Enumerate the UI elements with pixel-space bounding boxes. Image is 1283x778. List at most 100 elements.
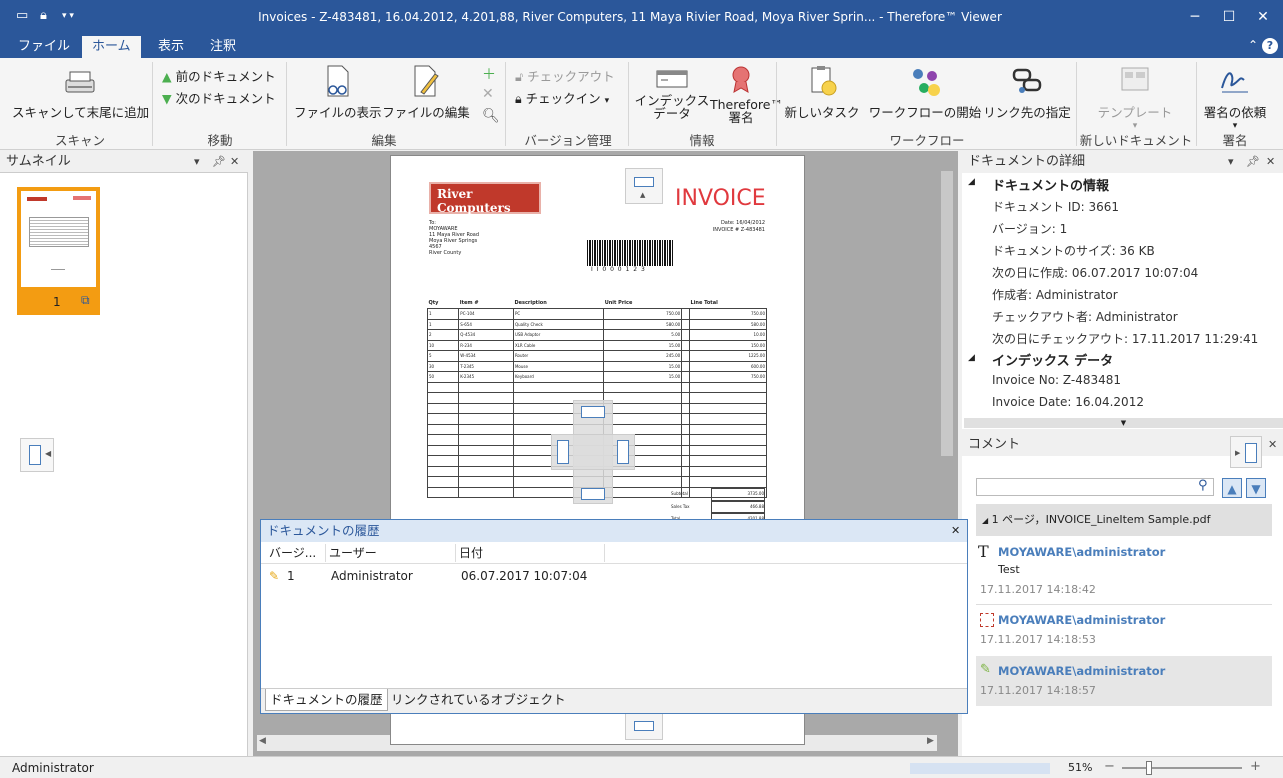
invoice-cell: 15.00 <box>603 339 683 351</box>
minimize-button[interactable]: ─ <box>1180 6 1210 28</box>
thumb-invoice-title <box>73 196 91 200</box>
prev-document-button[interactable]: ▲ 前のドキュメント <box>162 66 276 85</box>
window-title: Invoices - Z-483481, 16.04.2012, 4.201,8… <box>258 10 1002 24</box>
barcode-text: I I 0 0 0 1 2 3 <box>591 266 646 273</box>
comments-panel: コメント ▶ ✕ ⚲ ▲ ▼ ◢ 1 ページ，INVOICE_LineItem … <box>962 434 1283 756</box>
close-icon[interactable]: ✕ <box>1266 155 1275 168</box>
delete-page-icon[interactable]: ✕ <box>482 86 494 102</box>
tab-file[interactable]: ファイル <box>8 36 80 58</box>
lock-icon: 🔒︎ <box>515 91 522 106</box>
add-page-icon[interactable]: ＋ <box>482 64 496 84</box>
group-label-scan: スキャン <box>54 133 105 148</box>
comment-item[interactable]: T MOYAWARE\administrator Test 17.11.2017… <box>976 538 1272 600</box>
zoom-slider-handle[interactable] <box>1146 761 1152 775</box>
invoice-row: 2 Q-4534 USB Adaptor 5.00 10.00 <box>426 329 767 341</box>
zoom-in-icon[interactable]: + <box>1250 759 1261 774</box>
edit-file-button[interactable]: ファイルの編集 <box>382 64 470 121</box>
status-user: Administrator <box>12 761 94 775</box>
help-icon[interactable]: ? <box>1262 38 1278 54</box>
scan-add-button[interactable]: スキャンして末尾に追加 <box>12 68 149 121</box>
quick-access-dropdown-icon[interactable]: ▾ ▾ <box>62 11 74 21</box>
link-target-button[interactable]: リンク先の指定 <box>982 64 1072 121</box>
zoom-slider[interactable] <box>1122 767 1242 769</box>
tab-home[interactable]: ホーム <box>82 36 141 58</box>
comment-search-input[interactable] <box>976 478 1214 496</box>
recipient-address: To: MOYAWARE 11 Maya River Road Moya Riv… <box>429 220 479 256</box>
template-icon <box>1121 67 1149 91</box>
tab-document-history[interactable]: ドキュメントの履歴 <box>265 689 388 711</box>
ribbon-separator <box>152 62 153 146</box>
column-header: Description <box>514 300 547 306</box>
checkout-button[interactable]: 🔓︎ チェックアウト <box>515 66 615 85</box>
collapse-ribbon-icon[interactable]: ⌃ <box>1248 38 1258 52</box>
column-header <box>682 298 690 309</box>
column-header-version[interactable]: バージ... <box>269 542 325 564</box>
request-signature-button[interactable]: 署名の依頼 ▾ <box>1200 64 1270 131</box>
invoice-cell: Keyboard <box>512 371 605 383</box>
pen-annotation-icon: ✎ <box>980 662 991 677</box>
dock-center-guide[interactable] <box>551 400 635 504</box>
invoice-cell <box>426 455 460 467</box>
start-workflow-button[interactable]: ワークフローの開始 <box>868 64 982 121</box>
comment-time: 17.11.2017 14:18:42 <box>980 583 1096 596</box>
vertical-scrollbar[interactable] <box>941 171 953 456</box>
invoice-cell <box>426 413 460 425</box>
search-icon[interactable]: 🔍︎ <box>482 108 500 124</box>
dock-bottom-guide[interactable] <box>625 712 663 740</box>
invoice-cell: 750.00 <box>603 308 683 320</box>
index-data-button[interactable]: インデックス データ <box>634 68 710 120</box>
document-info-header: ドキュメントの情報 <box>992 179 1110 194</box>
tab-linked-objects[interactable]: リンクされているオブジェクト <box>391 689 566 711</box>
template-button[interactable]: テンプレート ▾ <box>1090 64 1180 131</box>
panel-dropdown-icon[interactable]: ▾ <box>1228 155 1234 168</box>
dock-right-guide[interactable]: ▶ <box>1230 436 1262 468</box>
details-expand-bar[interactable]: ▼ <box>964 418 1283 428</box>
search-icon[interactable]: ⚲ <box>1198 478 1208 493</box>
thumb-logo <box>27 197 47 201</box>
invoice-cell <box>681 465 691 477</box>
dock-left-guide[interactable]: ◀ <box>20 438 54 472</box>
scroll-right-icon[interactable]: ▶ <box>927 736 934 746</box>
tab-view[interactable]: 表示 <box>148 36 194 58</box>
panel-dropdown-icon[interactable]: ▾ <box>194 155 200 168</box>
comment-group-header[interactable]: ◢ 1 ページ，INVOICE_LineItem Sample.pdf <box>976 504 1272 536</box>
app-menu-icon[interactable]: ▭ <box>16 8 28 23</box>
invoice-cell <box>689 455 767 467</box>
group-label-sign: 署名 <box>1222 133 1248 148</box>
next-document-button[interactable]: ▼ 次のドキュメント <box>162 88 276 107</box>
history-table-header: バージ... ユーザー 日付 <box>261 542 967 564</box>
new-task-button[interactable]: 新しいタスク <box>782 64 862 121</box>
checkin-button[interactable]: 🔒︎ チェックイン ▾ <box>515 88 609 107</box>
zoom-out-icon[interactable]: − <box>1104 759 1115 774</box>
invoice-cell: 580.00 <box>689 318 767 330</box>
comment-user: MOYAWARE\administrator <box>998 545 1166 559</box>
dock-top-guide[interactable]: ▲ <box>625 168 663 204</box>
close-icon[interactable]: ✕ <box>1268 438 1277 451</box>
thumbnail-page-1[interactable]: 1 ⧉ <box>17 187 100 315</box>
thumbnail-panel-title: サムネイル <box>0 151 248 173</box>
therefore-sign-button[interactable]: Therefore™ 署名 <box>710 64 783 124</box>
view-file-button[interactable]: ファイルの表示 <box>294 64 382 121</box>
close-icon[interactable]: ✕ <box>951 524 960 537</box>
tab-annotation[interactable]: 注釈 <box>200 36 246 58</box>
collapse-icon[interactable]: ◢ <box>968 177 975 187</box>
scroll-left-icon[interactable]: ◀ <box>259 736 266 746</box>
ribbon-separator <box>628 62 629 146</box>
next-comment-button[interactable]: ▼ <box>1246 478 1266 498</box>
comment-item[interactable]: MOYAWARE\administrator 17.11.2017 14:18:… <box>976 604 1272 652</box>
comment-item-selected[interactable]: ✎ MOYAWARE\administrator 17.11.2017 14:1… <box>976 656 1272 706</box>
invoice-cell <box>458 381 514 393</box>
dock-window-icon <box>581 406 605 418</box>
close-button[interactable]: ✕ <box>1248 6 1278 28</box>
pin-icon[interactable]: 📌︎ <box>212 155 226 168</box>
maximize-button[interactable]: ☐ <box>1214 6 1244 28</box>
close-icon[interactable]: ✕ <box>230 155 239 168</box>
previous-comment-button[interactable]: ▲ <box>1222 478 1242 498</box>
history-row[interactable]: ✎ 1 Administrator 06.07.2017 10:07:04 <box>261 566 967 586</box>
pin-icon[interactable]: 📌︎ <box>1246 155 1260 168</box>
invoice-cell <box>681 444 691 456</box>
collapse-icon[interactable]: ◢ <box>968 353 975 363</box>
column-header-user[interactable]: ユーザー <box>329 542 377 564</box>
column-header-date[interactable]: 日付 <box>459 542 483 564</box>
save-lock-icon[interactable]: 🔒︎ <box>40 8 47 23</box>
